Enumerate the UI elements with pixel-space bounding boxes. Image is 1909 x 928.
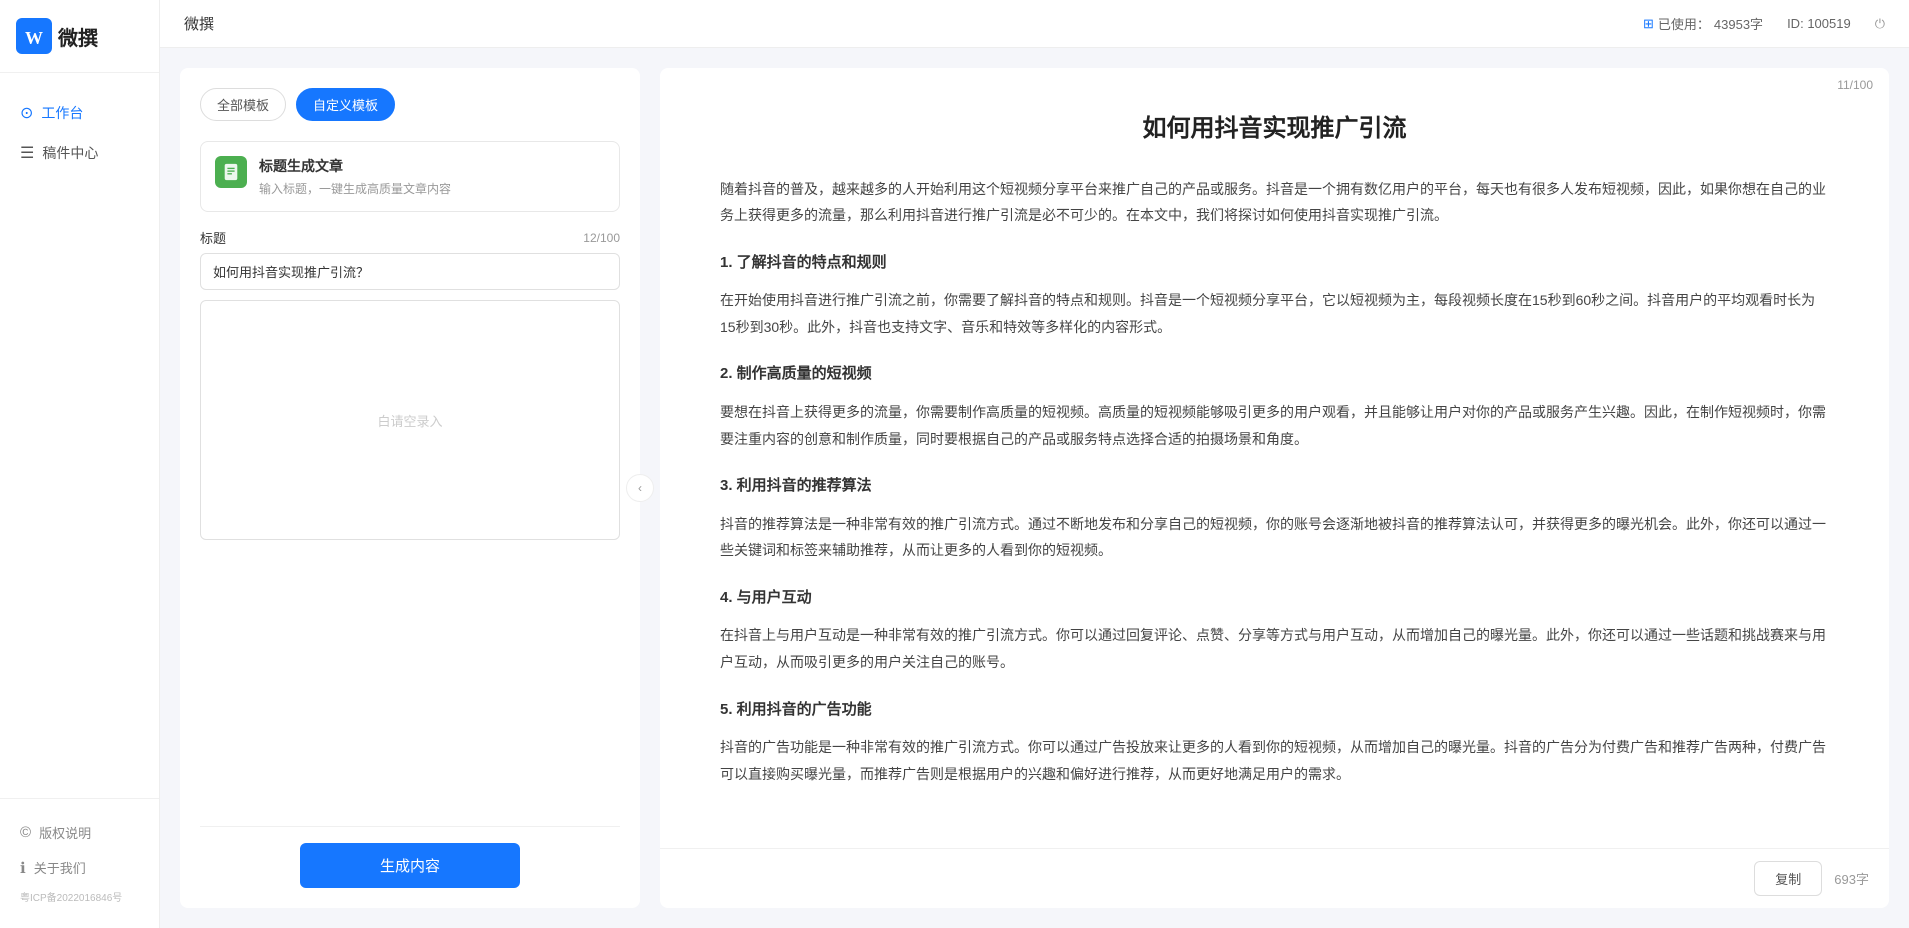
usage-info: ⊞ 已使用： 43953字: [1643, 14, 1763, 33]
logo-area: W 微撰: [0, 0, 159, 73]
main-area: 微撰 ⊞ 已使用： 43953字 ID: 100519 ⏻ 全部模板 自定义模板: [160, 0, 1909, 928]
article-title: 如何用抖音实现推广引流: [720, 112, 1829, 146]
about-label: 关于我们: [34, 858, 86, 877]
tab-bar: 全部模板 自定义模板: [200, 88, 620, 121]
section-heading-5: 5. 利用抖音的广告功能: [720, 696, 1829, 725]
field-label-row: 标题 12/100: [200, 228, 620, 247]
usage-icon: ⊞: [1643, 16, 1654, 32]
drafts-icon: ☰: [20, 143, 34, 163]
template-card[interactable]: 标题生成文章 输入标题，一键生成高质量文章内容: [200, 141, 620, 212]
content-area: 全部模板 自定义模板 标题生成文章 输入标题，一键生成高质量文章内容: [160, 48, 1909, 928]
id-value: 100519: [1807, 16, 1850, 31]
paragraph-2: 要想在抖音上获得更多的流量，你需要制作高质量的短视频。高质量的短视频能够吸引更多…: [720, 399, 1829, 452]
header: 微撰 ⊞ 已使用： 43953字 ID: 100519 ⏻: [160, 0, 1909, 48]
article-body: 随着抖音的普及，越来越多的人开始利用这个短视频分享平台来推广自己的产品或服务。抖…: [720, 176, 1829, 788]
svg-text:W: W: [25, 28, 43, 48]
right-panel: 11/100 如何用抖音实现推广引流 随着抖音的普及，越来越多的人开始利用这个短…: [660, 68, 1889, 908]
sidebar-item-label-workbench: 工作台: [41, 103, 83, 123]
copyright-item[interactable]: © 版权说明: [0, 815, 159, 850]
id-label: ID:: [1787, 16, 1804, 31]
icp-text: 粤ICP备2022016846号: [0, 885, 159, 912]
template-info: 标题生成文章 输入标题，一键生成高质量文章内容: [259, 156, 451, 197]
collapse-arrow[interactable]: ‹: [626, 474, 654, 502]
generate-button[interactable]: 生成内容: [300, 843, 520, 888]
template-name: 标题生成文章: [259, 156, 451, 176]
divider: [200, 826, 620, 827]
usage-label: 已使用：: [1658, 14, 1710, 33]
paragraph-5: 抖音的广告功能是一种非常有效的推广引流方式。你可以通过广告投放来让更多的人看到你…: [720, 734, 1829, 787]
textarea-placeholder[interactable]: 白请空录入: [200, 300, 620, 540]
title-input[interactable]: [200, 253, 620, 290]
copy-button[interactable]: 复制: [1754, 861, 1822, 896]
section-heading-3: 3. 利用抖音的推荐算法: [720, 472, 1829, 501]
paragraph-4: 在抖音上与用户互动是一种非常有效的推广引流方式。你可以通过回复评论、点赞、分享等…: [720, 622, 1829, 675]
section-heading-2: 2. 制作高质量的短视频: [720, 360, 1829, 389]
tab-all-templates[interactable]: 全部模板: [200, 88, 286, 121]
about-item[interactable]: ℹ 关于我们: [0, 850, 159, 885]
logo-icon: W: [16, 18, 52, 54]
page-counter: 11/100: [1837, 78, 1873, 92]
template-card-icon: [215, 156, 247, 188]
article-header: 11/100: [660, 68, 1889, 92]
sidebar-nav: ⊙ 工作台 ☰ 稿件中心: [0, 73, 159, 798]
textarea-placeholder-text: 白请空录入: [377, 411, 442, 430]
template-desc: 输入标题，一键生成高质量文章内容: [259, 180, 451, 197]
paragraph-3: 抖音的推荐算法是一种非常有效的推广引流方式。通过不断地发布和分享自己的短视频，你…: [720, 511, 1829, 564]
usage-value: 43953字: [1714, 14, 1763, 33]
left-panel: 全部模板 自定义模板 标题生成文章 输入标题，一键生成高质量文章内容: [180, 68, 640, 908]
title-label: 标题: [200, 228, 226, 247]
article-content[interactable]: 如何用抖音实现推广引流 随着抖音的普及，越来越多的人开始利用这个短视频分享平台来…: [660, 92, 1889, 848]
word-count: 693字: [1834, 869, 1869, 888]
paragraph-1: 在开始使用抖音进行推广引流之前，你需要了解抖音的特点和规则。抖音是一个短视频分享…: [720, 287, 1829, 340]
section-heading-4: 4. 与用户互动: [720, 584, 1829, 613]
copyright-label: 版权说明: [39, 823, 91, 842]
intro-paragraph: 随着抖音的普及，越来越多的人开始利用这个短视频分享平台来推广自己的产品或服务。抖…: [720, 176, 1829, 229]
user-id: ID: 100519: [1787, 16, 1851, 31]
header-title: 微撰: [184, 13, 214, 34]
workbench-icon: ⊙: [20, 103, 33, 123]
title-counter: 12/100: [583, 231, 620, 245]
logout-button[interactable]: ⏻: [1875, 16, 1885, 32]
document-icon: [222, 163, 240, 181]
sidebar-footer: © 版权说明 ℹ 关于我们 粤ICP备2022016846号: [0, 798, 159, 928]
about-icon: ℹ: [20, 859, 26, 877]
form-section: 标题 12/100 白请空录入: [200, 228, 620, 810]
sidebar: W 微撰 ⊙ 工作台 ☰ 稿件中心 © 版权说明 ℹ 关于我们 粤ICP备202…: [0, 0, 160, 928]
article-footer: 复制 693字: [660, 848, 1889, 908]
sidebar-item-workbench[interactable]: ⊙ 工作台: [0, 93, 159, 133]
sidebar-item-label-drafts: 稿件中心: [42, 143, 98, 163]
tab-custom-templates[interactable]: 自定义模板: [296, 88, 395, 121]
sidebar-item-drafts[interactable]: ☰ 稿件中心: [0, 133, 159, 173]
header-right: ⊞ 已使用： 43953字 ID: 100519 ⏻: [1643, 14, 1885, 33]
app-name: 微撰: [58, 22, 98, 51]
copyright-icon: ©: [20, 824, 31, 841]
section-heading-1: 1. 了解抖音的特点和规则: [720, 249, 1829, 278]
